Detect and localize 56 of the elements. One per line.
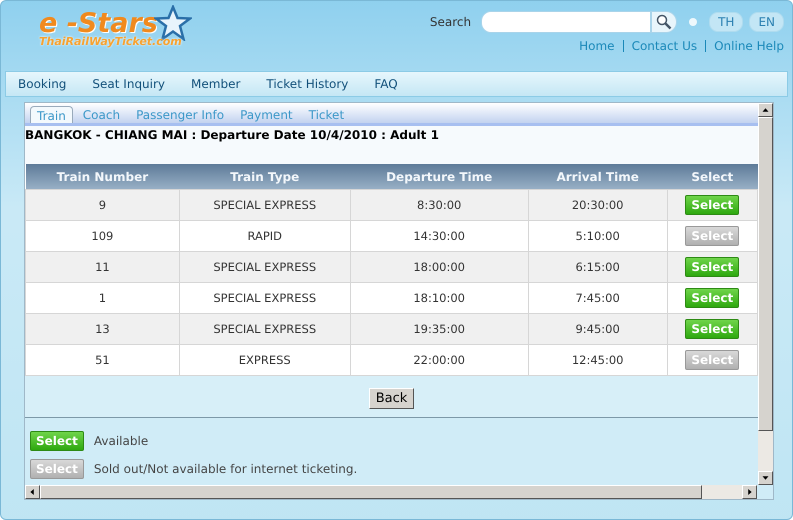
select-button[interactable]: Select <box>685 319 740 339</box>
select-button[interactable]: Select <box>685 257 740 277</box>
table-cell: 13 <box>26 314 180 344</box>
logo-subtitle: ThaiRailWayTicket.com <box>39 35 183 48</box>
scroll-down-icon[interactable] <box>758 471 773 485</box>
table-cell: 19:35:00 <box>350 314 528 344</box>
select-button[interactable]: Select <box>685 288 740 308</box>
back-button[interactable]: Back <box>368 388 414 409</box>
table-cell: SPECIAL EXPRESS <box>179 252 350 282</box>
column-header: Train Number <box>26 164 180 190</box>
tab[interactable]: Coach <box>76 106 126 123</box>
scroll-up-icon[interactable] <box>758 103 773 117</box>
scroll-right-icon[interactable] <box>742 485 757 499</box>
table-cell: 9:45:00 <box>528 314 668 344</box>
search-label: Search <box>430 15 472 29</box>
legend-text: Available <box>94 434 148 448</box>
scroll-left-icon[interactable] <box>25 485 40 499</box>
tab[interactable]: Ticket <box>302 106 350 123</box>
table-cell: 20:30:00 <box>528 190 668 220</box>
table-cell: SPECIAL EXPRESS <box>179 314 350 344</box>
table-cell: 6:15:00 <box>528 252 668 282</box>
select-button[interactable]: Select <box>685 226 740 246</box>
tab[interactable]: Passenger Info <box>130 106 230 123</box>
column-header: Departure Time <box>350 164 528 190</box>
scroll-thumb[interactable] <box>758 117 773 431</box>
header-link[interactable]: Contact Us <box>632 39 698 53</box>
nav-item[interactable]: Ticket History <box>266 77 348 91</box>
header-link[interactable]: Online Help <box>714 39 784 53</box>
table-cell: 9 <box>26 190 180 220</box>
legend-sample-label: Select <box>30 459 84 479</box>
table-cell: SPECIAL EXPRESS <box>179 190 350 220</box>
journey-summary: BANGKOK - CHIANG MAI : Departure Date 10/4/2010 : Adult 1 <box>25 126 758 164</box>
column-header: Train Type <box>179 164 350 190</box>
header-link[interactable]: Home <box>579 39 615 53</box>
nav-item[interactable]: Booking <box>18 77 66 91</box>
column-header: Select <box>667 164 758 190</box>
nav-item[interactable]: FAQ <box>374 77 398 91</box>
tab[interactable]: Train <box>30 106 73 123</box>
nav-item[interactable]: Member <box>191 77 240 91</box>
search-icon <box>656 14 672 30</box>
dot-icon <box>689 18 698 26</box>
column-header: Arrival Time <box>528 164 668 190</box>
table-cell: 18:00:00 <box>350 252 528 282</box>
legend-text: Sold out/Not available for internet ticketing. <box>94 462 358 476</box>
vertical-scrollbar[interactable] <box>758 103 773 485</box>
table-cell: 11 <box>26 252 180 282</box>
language-button[interactable]: EN <box>749 12 784 32</box>
select-button[interactable]: Select <box>685 350 740 370</box>
search-field[interactable] <box>481 11 652 33</box>
tab[interactable]: Payment <box>234 106 299 123</box>
nav-item[interactable]: Seat Inquiry <box>92 77 166 91</box>
table-cell: 8:30:00 <box>350 190 528 220</box>
search-button[interactable] <box>651 11 678 33</box>
language-button[interactable]: TH <box>709 12 744 32</box>
legend-sample-label: Select <box>30 431 84 451</box>
select-button[interactable]: Select <box>685 195 740 215</box>
